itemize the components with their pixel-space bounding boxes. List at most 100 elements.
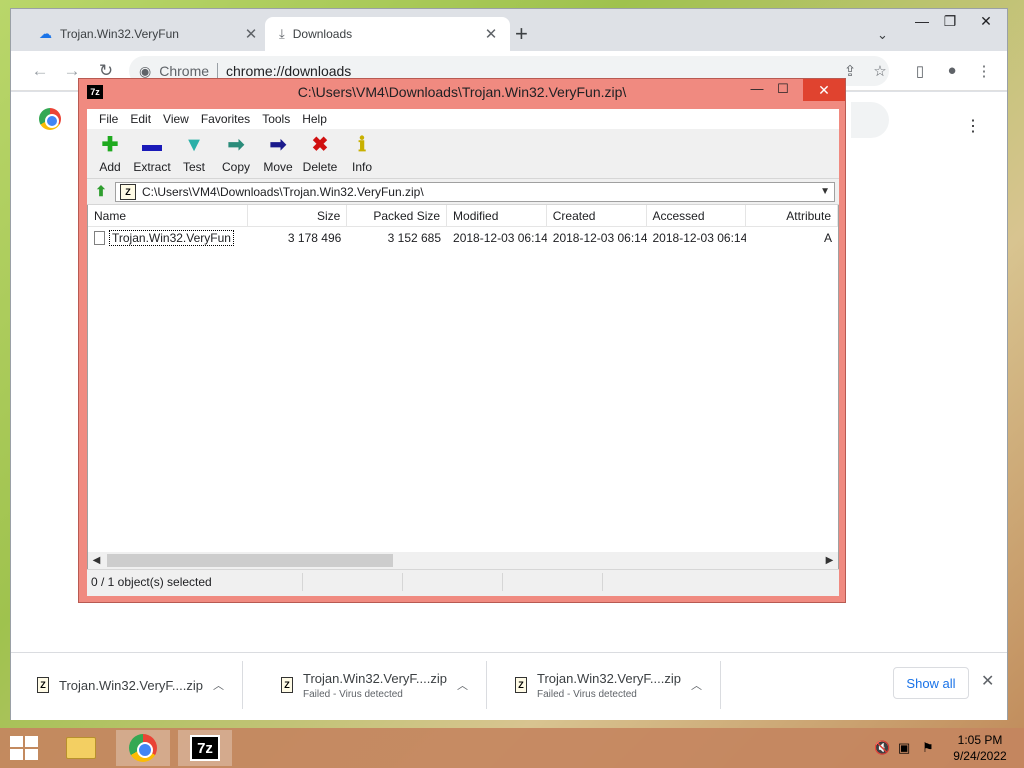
info-icon: ℹ [358, 134, 366, 156]
taskbar-7zip[interactable]: 7z [178, 730, 232, 766]
tab-title: Trojan.Win32.VeryFun [60, 27, 179, 41]
folder-icon [66, 737, 96, 759]
volume-muted-icon[interactable]: 🔇 [874, 740, 890, 756]
address-bar: ⬆ Z C:\Users\VM4\Downloads\Trojan.Win32.… [87, 179, 839, 205]
clock-date: 9/24/2022 [953, 749, 1007, 763]
cell-accessed: 2018-12-03 06:14 [652, 231, 747, 245]
copy-button[interactable]: ➡ Copy [215, 129, 257, 178]
star-icon[interactable]: ☆ [869, 62, 891, 80]
move-button[interactable]: ➡ Move [257, 129, 299, 178]
tab-trojan[interactable]: ☁ Trojan.Win32.VeryFun ✕ [25, 17, 270, 51]
table-row[interactable]: Trojan.Win32.VeryFun 3 178 496 3 152 685… [88, 227, 838, 249]
extract-button[interactable]: ▬ Extract [131, 129, 173, 178]
tool-label: Delete [302, 160, 338, 174]
cell-name: Trojan.Win32.VeryFun [88, 230, 248, 246]
side-panel-icon[interactable]: ▯ [909, 62, 931, 80]
download-status: Failed - Virus detected [536, 688, 637, 700]
maximize-button[interactable]: ☐ [769, 81, 797, 101]
delete-button[interactable]: ✖ Delete [299, 129, 341, 178]
tool-label: Extract [133, 160, 171, 174]
taskbar-chrome[interactable] [116, 730, 170, 766]
system-clock[interactable]: 1:05 PM 9/24/2022 [948, 732, 1012, 764]
close-button[interactable]: ✕ [803, 79, 845, 101]
download-item[interactable]: Z Trojan.Win32.VeryF....zip Failed - Vir… [255, 661, 487, 709]
plus-icon: ✚ [101, 134, 119, 156]
status-bar: 0 / 1 object(s) selected [87, 569, 839, 593]
profile-icon[interactable]: ● [941, 62, 963, 79]
scroll-right-icon[interactable]: ▶ [821, 555, 838, 566]
column-packed-size[interactable]: Packed Size [347, 204, 448, 227]
column-created[interactable]: Created [547, 204, 647, 227]
tool-label: Copy [221, 160, 250, 174]
check-down-icon: ▼ [184, 134, 204, 156]
scroll-track[interactable] [105, 554, 821, 567]
status-packed [403, 572, 503, 591]
scroll-thumb[interactable] [107, 554, 393, 567]
zip-file-icon: Z [515, 677, 527, 693]
chevron-up-icon[interactable]: ︿ [691, 677, 702, 693]
zip-file-icon: Z [37, 677, 49, 693]
chevron-up-icon[interactable]: ︿ [213, 677, 224, 693]
tab-strip: ☁ Trojan.Win32.VeryFun ✕ ⤓ Downloads ✕ +… [11, 9, 1007, 51]
column-size[interactable]: Size [248, 204, 348, 227]
tool-label: Move [263, 160, 293, 174]
back-arrow-icon[interactable]: ← [29, 61, 51, 81]
7zip-client-area: File Edit View Favorites Tools Help ✚ Ad… [87, 109, 839, 596]
window-title: C:\Users\VM4\Downloads\Trojan.Win32.Very… [297, 84, 627, 100]
scroll-left-icon[interactable]: ◀ [88, 555, 105, 566]
minimize-button[interactable]: — [743, 81, 771, 101]
7zip-icon: 7z [190, 735, 220, 761]
path-text: C:\Users\VM4\Downloads\Trojan.Win32.Very… [142, 184, 424, 199]
file-name: Trojan.Win32.VeryFun [109, 230, 234, 246]
action-center-icon[interactable]: ⚑ [922, 740, 934, 756]
column-attributes[interactable]: Attribute [746, 204, 838, 227]
chevron-down-icon[interactable]: ⌄ [877, 27, 888, 43]
up-folder-icon[interactable]: ⬆ [91, 183, 111, 200]
download-item[interactable]: Z Trojan.Win32.VeryF....zip Failed - Vir… [489, 661, 721, 709]
menu-icon[interactable]: ⋮ [973, 62, 995, 80]
cell-created: 2018-12-03 06:14 [552, 231, 647, 245]
path-combobox[interactable]: Z C:\Users\VM4\Downloads\Trojan.Win32.Ve… [115, 181, 835, 202]
menu-favorites[interactable]: Favorites [195, 112, 256, 126]
chevron-down-icon[interactable]: ▼ [820, 186, 830, 197]
windows-start-icon[interactable] [10, 736, 38, 760]
info-button[interactable]: ℹ Info [341, 129, 383, 178]
7zip-toolbar: ✚ Add ▬ Extract ▼ Test ➡ Copy ➡ Move ✖ D… [87, 129, 839, 179]
taskbar: 7z 🔇 ▣ ⚑ 1:05 PM 9/24/2022 [0, 728, 1024, 768]
download-item[interactable]: Z Trojan.Win32.VeryF....zip ︿ [11, 661, 243, 709]
menu-edit[interactable]: Edit [124, 112, 157, 126]
taskbar-file-explorer[interactable] [54, 730, 108, 766]
download-name: Trojan.Win32.VeryF....zip [58, 677, 203, 693]
file-list: Name Size Packed Size Modified Created A… [87, 204, 839, 569]
tab-downloads[interactable]: ⤓ Downloads ✕ [265, 17, 510, 51]
7zip-titlebar[interactable]: 7z C:\Users\VM4\Downloads\Trojan.Win32.V… [79, 79, 845, 105]
close-shelf-icon[interactable]: ✕ [981, 671, 994, 691]
chevron-up-icon[interactable]: ︿ [457, 677, 468, 693]
menu-tools[interactable]: Tools [256, 112, 296, 126]
add-button[interactable]: ✚ Add [89, 129, 131, 178]
horizontal-scrollbar[interactable]: ◀ ▶ [88, 552, 838, 569]
maximize-button[interactable]: ❐ [935, 13, 965, 30]
menu-help[interactable]: Help [296, 112, 333, 126]
archive-icon: Z [120, 183, 136, 200]
new-tab-button[interactable]: + [515, 23, 528, 45]
column-accessed[interactable]: Accessed [647, 204, 747, 227]
status-date [503, 572, 603, 591]
omnibox-url: chrome://downloads [226, 63, 352, 79]
more-options-icon[interactable]: ⋮ [965, 116, 981, 136]
tool-label: Info [351, 160, 372, 174]
download-shelf: Z Trojan.Win32.VeryF....zip ︿ Z Trojan.W… [11, 652, 1007, 720]
test-button[interactable]: ▼ Test [173, 129, 215, 178]
column-name[interactable]: Name [88, 204, 248, 227]
close-window-button[interactable]: ✕ [971, 13, 1001, 30]
menu-file[interactable]: File [93, 112, 124, 126]
close-icon[interactable]: ✕ [242, 25, 260, 43]
network-icon[interactable]: ▣ [898, 740, 910, 756]
minimize-button[interactable]: — [907, 13, 937, 29]
show-all-button[interactable]: Show all [893, 667, 969, 699]
menu-view[interactable]: View [157, 112, 195, 126]
clock-time: 1:05 PM [957, 733, 1003, 747]
column-modified[interactable]: Modified [447, 204, 547, 227]
close-icon[interactable]: ✕ [482, 25, 500, 43]
downloads-search-field[interactable] [851, 102, 889, 138]
